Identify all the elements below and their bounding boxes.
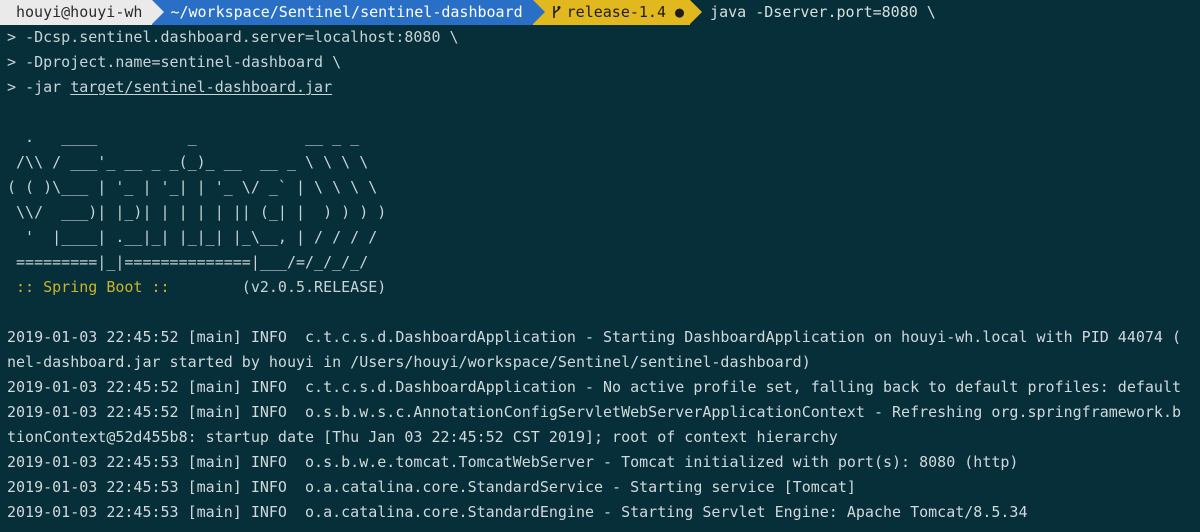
- log-line: 2019-01-03 22:45:53 [main] INFO o.a.cata…: [7, 478, 856, 496]
- continuation-text: -Dproject.name=sentinel-dashboard \: [25, 53, 342, 71]
- banner-line: ( ( )\___ | '_ | '_| | '_ \/ _` | \ \ \ …: [7, 178, 378, 196]
- log-line: 2019-01-03 22:45:53 [main] INFO o.a.cata…: [7, 503, 1028, 521]
- prompt-git-branch: release-1.4: [566, 3, 666, 21]
- spring-boot-version-line: :: Spring Boot :: (v2.0.5.RELEASE): [7, 275, 1200, 300]
- prompt-cwd-segment: ~/workspace/Sentinel/sentinel-dashboard: [152, 0, 545, 25]
- continuation-text: -Dcsp.sentinel.dashboard.server=localhos…: [25, 28, 459, 46]
- log-line: nel-dashboard.jar started by houyi in /U…: [7, 353, 811, 371]
- powerline-separator: [152, 0, 165, 24]
- continuation-line: > -jar target/sentinel-dashboard.jar: [7, 75, 1200, 100]
- prompt-cwd: ~/workspace/Sentinel/sentinel-dashboard: [170, 3, 523, 21]
- prompt-git-segment: release-1.4 ●: [532, 0, 703, 25]
- log-line: 2019-01-03 22:45:53 [main] INFO o.s.b.w.…: [7, 453, 1019, 471]
- log-line: 2019-01-03 22:45:52 [main] INFO c.t.c.s.…: [7, 328, 1181, 346]
- command-text: java -Dserver.port=8080 \: [710, 3, 936, 21]
- shell-prompt: houyi@houyi-wh ~/workspace/Sentinel/sent…: [0, 0, 936, 25]
- powerline-separator: [690, 0, 703, 24]
- spring-boot-label: :: Spring Boot ::: [7, 278, 179, 296]
- continuation-marker: >: [7, 28, 26, 46]
- terminal-window[interactable]: houyi@houyi-wh ~/workspace/Sentinel/sent…: [0, 0, 1200, 532]
- log-line: tionContext@52d455b8: startup date [Thu …: [7, 428, 838, 446]
- continuation-text: -jar: [25, 78, 71, 96]
- jar-path-link[interactable]: target/sentinel-dashboard.jar: [70, 78, 332, 96]
- log-line: 2019-01-03 22:45:52 [main] INFO c.t.c.s.…: [7, 378, 1181, 396]
- banner-line: /\\ / ___'_ __ _ _(_)_ __ __ _ \ \ \ \: [7, 153, 369, 171]
- git-dirty-marker: ●: [675, 3, 685, 21]
- branch-icon: [552, 6, 561, 18]
- banner-line: ' |____| .__|_| |_|_| |_\__, | / / / /: [7, 228, 378, 246]
- powerline-separator: [532, 0, 545, 24]
- continuation-marker: >: [7, 53, 26, 71]
- spring-boot-version: (v2.0.5.RELEASE): [178, 278, 387, 296]
- continuation-marker: >: [7, 78, 26, 96]
- log-line: 2019-01-03 22:45:52 [main] INFO o.s.b.w.…: [7, 403, 1181, 421]
- continuation-line: > -Dproject.name=sentinel-dashboard \: [7, 50, 1200, 75]
- prompt-user-host-segment: houyi@houyi-wh: [0, 0, 165, 25]
- banner-line: =========|_|==============|___/=/_/_/_/: [7, 253, 369, 271]
- continuation-line: > -Dcsp.sentinel.dashboard.server=localh…: [7, 25, 1200, 50]
- banner-line: \\/ ___)| |_)| | | | | || (_| | ) ) ) ): [7, 203, 387, 221]
- prompt-user-host: houyi@houyi-wh: [16, 3, 143, 21]
- banner-line: . ____ _ __ _ _: [7, 128, 360, 146]
